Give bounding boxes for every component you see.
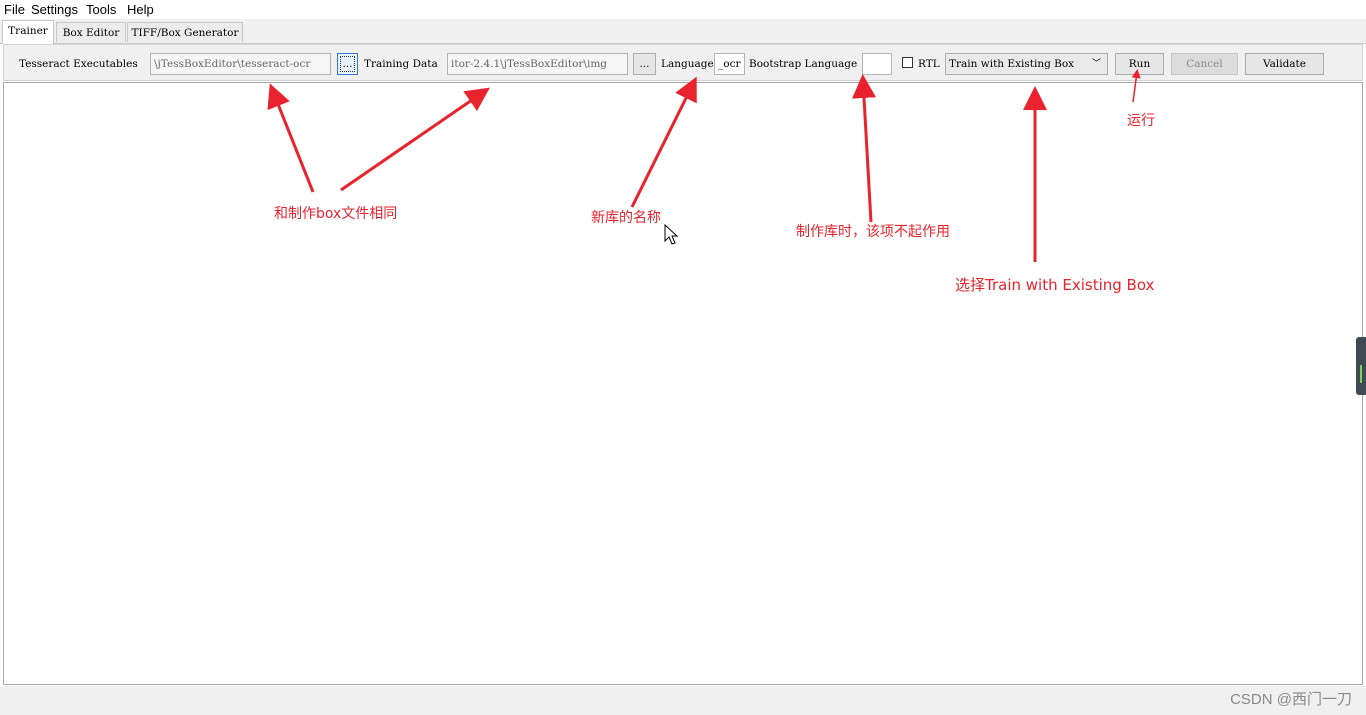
arrow-to-run-button — [1131, 69, 1141, 103]
arrow-to-bootstrap-field — [852, 74, 876, 223]
annotation-arrows — [267, 69, 1141, 262]
annotation-no-effect: 制作库时，该项不起作用 — [796, 224, 950, 240]
arrow-to-tesseract-field — [267, 83, 315, 193]
arrow-to-training-field — [340, 87, 490, 192]
arrow-to-language-field — [630, 76, 697, 208]
annotation-run: 运行 — [1127, 113, 1155, 129]
mouse-cursor-icon — [664, 224, 679, 245]
annotation-same-as-box: 和制作box文件相同 — [274, 206, 398, 222]
annotation-select-mode: 选择Train with Existing Box — [955, 276, 1155, 294]
annotation-new-lib-name: 新库的名称 — [591, 210, 661, 226]
